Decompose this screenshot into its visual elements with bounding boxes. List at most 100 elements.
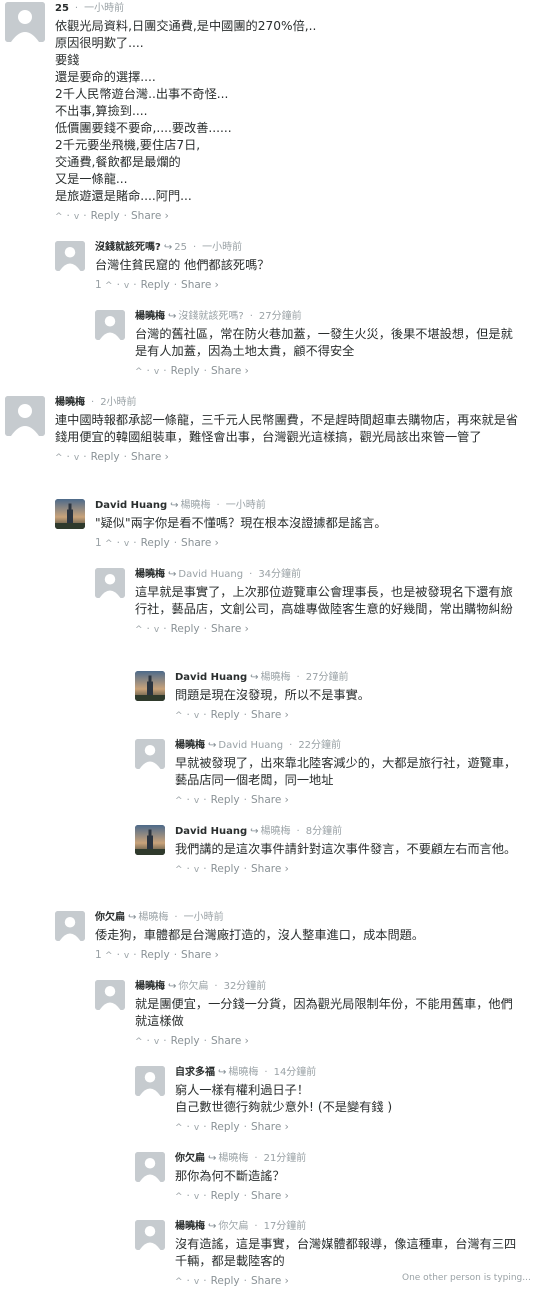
share-button[interactable]: Share › (181, 949, 219, 961)
author-name[interactable]: 你欠扁 (175, 1153, 205, 1164)
timestamp[interactable]: 32分鐘前 (224, 981, 267, 992)
downvote-icon[interactable]: v (194, 1121, 199, 1135)
upvote-icon[interactable]: ^ (55, 451, 63, 465)
avatar[interactable] (5, 396, 45, 436)
share-button[interactable]: Share › (181, 279, 219, 291)
author-name[interactable]: 自求多福 (175, 1067, 215, 1078)
upvote-icon[interactable]: ^ (105, 949, 113, 963)
reply-button[interactable]: Reply (211, 863, 240, 875)
reply-button[interactable]: Reply (171, 1035, 200, 1047)
reply-button[interactable]: Reply (211, 794, 240, 806)
author-name[interactable]: 楊曉梅 (135, 981, 165, 992)
downvote-icon[interactable]: v (74, 210, 79, 224)
author-name[interactable]: 楊曉梅 (175, 1221, 205, 1232)
author-name[interactable]: 楊曉梅 (135, 311, 165, 322)
downvote-icon[interactable]: v (154, 365, 159, 379)
upvote-icon[interactable]: ^ (175, 1121, 183, 1135)
share-button[interactable]: Share › (181, 537, 219, 549)
upvote-icon[interactable]: ^ (175, 1190, 183, 1204)
reply-button[interactable]: Reply (141, 537, 170, 549)
share-button[interactable]: Share › (251, 709, 289, 721)
downvote-icon[interactable]: v (124, 537, 129, 551)
avatar[interactable] (55, 241, 85, 271)
downvote-icon[interactable]: v (194, 863, 199, 877)
timestamp[interactable]: 14分鐘前 (274, 1067, 317, 1078)
timestamp[interactable]: 一小時前 (202, 242, 242, 253)
avatar[interactable] (95, 568, 125, 598)
avatar[interactable] (95, 310, 125, 340)
author-name[interactable]: David Huang (175, 826, 247, 837)
reply-button[interactable]: Reply (141, 949, 170, 961)
timestamp[interactable]: 17分鐘前 (264, 1221, 307, 1232)
share-button[interactable]: Share › (131, 451, 169, 463)
author-name[interactable]: 沒錢就該死嗎? (95, 242, 161, 253)
downvote-icon[interactable]: v (194, 1190, 199, 1204)
avatar[interactable] (135, 1220, 165, 1250)
downvote-icon[interactable]: v (154, 623, 159, 637)
upvote-icon[interactable]: ^ (135, 1035, 143, 1049)
timestamp[interactable]: 2小時前 (100, 397, 136, 408)
avatar[interactable] (135, 739, 165, 769)
reply-to[interactable]: 你欠扁 (218, 1221, 248, 1232)
reply-button[interactable]: Reply (91, 210, 120, 222)
upvote-icon[interactable]: ^ (175, 709, 183, 723)
author-name[interactable]: David Huang (175, 672, 247, 683)
downvote-icon[interactable]: v (124, 949, 129, 963)
author-name[interactable]: 楊曉梅 (135, 569, 165, 580)
share-button[interactable]: Share › (211, 365, 249, 377)
avatar[interactable] (5, 2, 45, 42)
author-name[interactable]: 25 (55, 3, 69, 14)
reply-to[interactable]: 楊曉梅 (181, 500, 211, 511)
upvote-icon[interactable]: ^ (105, 537, 113, 551)
reply-button[interactable]: Reply (211, 1275, 240, 1287)
upvote-icon[interactable]: ^ (135, 623, 143, 637)
author-name[interactable]: 你欠扁 (95, 912, 125, 923)
timestamp[interactable]: 一小時前 (184, 912, 224, 923)
downvote-icon[interactable]: v (124, 279, 129, 293)
share-button[interactable]: Share › (251, 1190, 289, 1202)
share-button[interactable]: Share › (251, 794, 289, 806)
avatar[interactable] (55, 499, 85, 529)
avatar[interactable] (135, 1152, 165, 1182)
timestamp[interactable]: 8分鐘前 (306, 826, 342, 837)
avatar[interactable] (135, 825, 165, 855)
avatar[interactable] (95, 980, 125, 1010)
author-name[interactable]: 楊曉梅 (55, 397, 85, 408)
upvote-icon[interactable]: ^ (175, 1275, 183, 1289)
upvote-icon[interactable]: ^ (135, 365, 143, 379)
timestamp[interactable]: 21分鐘前 (264, 1153, 307, 1164)
reply-button[interactable]: Reply (211, 709, 240, 721)
timestamp[interactable]: 34分鐘前 (258, 569, 301, 580)
author-name[interactable]: 楊曉梅 (175, 740, 205, 751)
downvote-icon[interactable]: v (194, 794, 199, 808)
timestamp[interactable]: 一小時前 (226, 500, 266, 511)
downvote-icon[interactable]: v (194, 709, 199, 723)
share-button[interactable]: Share › (251, 1121, 289, 1133)
downvote-icon[interactable]: v (74, 451, 79, 465)
reply-to[interactable]: 沒錢就該死嗎? (178, 311, 243, 322)
timestamp[interactable]: 27分鐘前 (306, 672, 349, 683)
share-button[interactable]: Share › (251, 1275, 289, 1287)
reply-to[interactable]: David Huang (178, 569, 243, 580)
reply-button[interactable]: Reply (211, 1121, 240, 1133)
share-button[interactable]: Share › (211, 1035, 249, 1047)
reply-to[interactable]: 25 (174, 242, 187, 253)
upvote-icon[interactable]: ^ (175, 794, 183, 808)
reply-to[interactable]: 楊曉梅 (228, 1067, 258, 1078)
reply-button[interactable]: Reply (211, 1190, 240, 1202)
reply-to[interactable]: 楊曉梅 (138, 912, 168, 923)
upvote-icon[interactable]: ^ (55, 210, 63, 224)
share-button[interactable]: Share › (131, 210, 169, 222)
reply-to[interactable]: 楊曉梅 (261, 826, 291, 837)
timestamp[interactable]: 22分鐘前 (298, 740, 341, 751)
reply-to[interactable]: David Huang (218, 740, 283, 751)
timestamp[interactable]: 一小時前 (84, 3, 124, 14)
upvote-icon[interactable]: ^ (105, 279, 113, 293)
downvote-icon[interactable]: v (154, 1035, 159, 1049)
timestamp[interactable]: 27分鐘前 (259, 311, 302, 322)
share-button[interactable]: Share › (251, 863, 289, 875)
reply-to[interactable]: 楊曉梅 (218, 1153, 248, 1164)
reply-to[interactable]: 楊曉梅 (261, 672, 291, 683)
upvote-icon[interactable]: ^ (175, 863, 183, 877)
downvote-icon[interactable]: v (194, 1275, 199, 1289)
